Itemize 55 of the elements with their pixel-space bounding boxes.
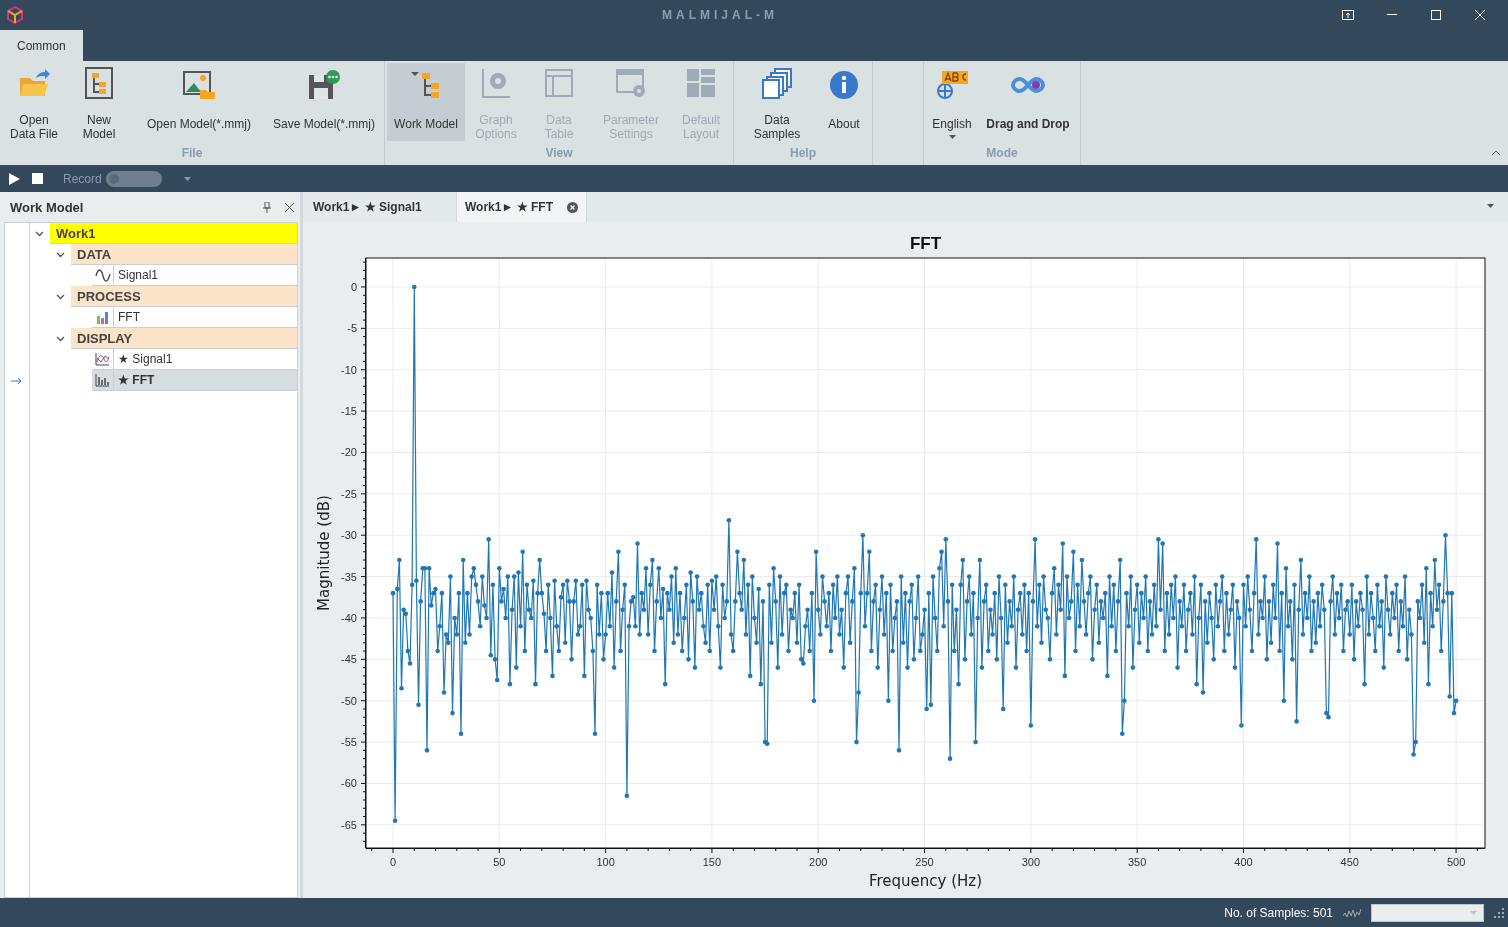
y-tick-label: -65 <box>340 818 357 831</box>
group-label: File <box>180 145 204 162</box>
tree-root[interactable]: Work1 <box>50 223 297 244</box>
y-tick-label: -35 <box>340 570 357 583</box>
tree-item[interactable]: FFT <box>92 307 297 328</box>
y-tick-label: -15 <box>340 405 357 418</box>
ribbon-button[interactable]: About <box>818 63 870 141</box>
ribbon-button[interactable]: Open Data File <box>2 63 66 141</box>
y-tick-label: -20 <box>340 446 357 459</box>
ribbon-button[interactable]: Drag and Drop <box>978 63 1078 141</box>
x-tick-label: 250 <box>914 856 934 868</box>
x-tick-label: 450 <box>1340 856 1359 868</box>
x-tick-label: 300 <box>1021 856 1040 868</box>
window-title: MALMIJAL-M <box>662 8 778 22</box>
record-label: Record <box>63 171 102 186</box>
tree-item[interactable]: ★ Signal1 <box>92 349 297 370</box>
x-axis-label: Frequency (Hz) <box>868 872 982 890</box>
y-tick-label: -45 <box>340 653 357 666</box>
tree-item[interactable]: ★ FFT <box>92 370 297 391</box>
x-tick-label: 150 <box>702 856 721 868</box>
chart-title: FFT <box>909 234 941 253</box>
document-tab[interactable]: Work1► ★ FFT <box>457 192 587 222</box>
x-tick-label: 500 <box>1446 856 1465 868</box>
tree-item[interactable]: Signal1 <box>92 265 297 286</box>
x-tick-label: 200 <box>808 856 827 868</box>
x-tick-label: 400 <box>1233 856 1253 868</box>
y-tick-label: -50 <box>340 694 357 707</box>
x-tick-label: 0 <box>389 856 396 868</box>
y-tick-label: -10 <box>340 363 357 376</box>
y-tick-label: -30 <box>340 529 357 542</box>
panel-title: Work Model <box>10 199 84 215</box>
ribbon-button[interactable]: English <box>926 63 978 141</box>
group-label: View <box>544 145 574 162</box>
ribbon-button[interactable]: New Model <box>66 63 132 141</box>
tree-category[interactable]: DATA <box>71 244 297 265</box>
y-axis-label: Magnitude (dB) <box>314 495 333 611</box>
y-tick-label: 0 <box>350 280 357 293</box>
sample-count: No. of Samples: 501 <box>1224 905 1333 920</box>
y-tick-label: -40 <box>340 611 357 624</box>
y-tick-label: -5 <box>346 322 357 335</box>
ribbon-button[interactable]: Data Samples <box>736 63 818 141</box>
ribbon-button[interactable]: Save Model(*.mmj) <box>266 63 382 141</box>
y-tick-label: -25 <box>340 487 357 500</box>
y-tick-label: -60 <box>340 777 357 790</box>
x-tick-label: 350 <box>1127 856 1146 868</box>
ribbon-button[interactable]: Open Model(*.mmj) <box>132 63 266 141</box>
x-tick-label: 50 <box>492 856 505 868</box>
y-tick-label: -55 <box>340 736 357 749</box>
group-label: Help <box>789 145 817 162</box>
tree-category[interactable]: PROCESS <box>71 286 297 307</box>
ribbon-button[interactable]: Work Model <box>387 63 465 141</box>
group-label: Mode <box>985 145 1019 162</box>
tree-category[interactable]: DISPLAY <box>71 328 297 349</box>
x-tick-label: 100 <box>595 856 615 868</box>
ribbon-tab[interactable]: Common <box>0 30 83 61</box>
